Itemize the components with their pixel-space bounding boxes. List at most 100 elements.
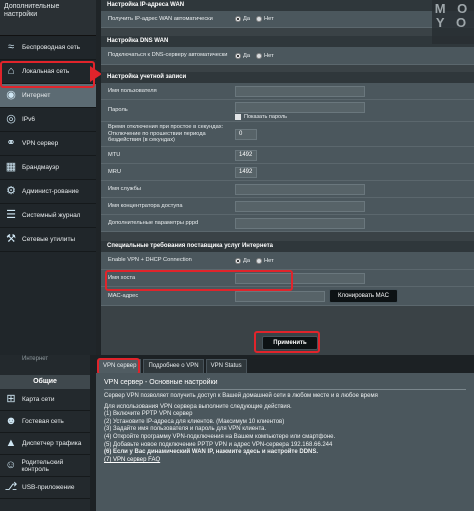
mac-input[interactable] [235, 290, 325, 302]
mru-input[interactable]: 1492 [235, 166, 257, 178]
password-input[interactable] [235, 101, 365, 113]
vpn-server-screen: Интернет Общие ⊞ Карта сети ☻ Гостевая с… [0, 355, 474, 511]
highlight-vpn-dhcp [105, 270, 293, 291]
vpn-dhcp-row: Enable VPN + DHCP Connection Да Нет [101, 252, 474, 270]
ddns-link[interactable]: (6) Если у Вас динамический WAN IP, нажм… [104, 449, 466, 457]
top-sidebar: Дополнительные настройки ≈ Беспроводная … [0, 0, 96, 355]
sidebar-item-usb[interactable]: ⎇ USB-приложение [0, 477, 90, 499]
concentrator-row: Имя концентратора доступа [101, 198, 474, 215]
vpn-dhcp-no-radio[interactable]: Нет [256, 257, 274, 264]
field-label: Подключаться к DNS-серверу автоматически [108, 52, 228, 59]
pppd-params-row: Дополнительные параметры pppd [101, 215, 474, 232]
vpn-faq-link[interactable]: (7) VPN сервер FAQ [104, 457, 466, 465]
sidebar-item-label: Диспетчер трафика [22, 440, 82, 447]
sidebar-header: Дополнительные настройки [0, 0, 96, 36]
field-label: Имя службы [108, 185, 141, 192]
highlight-apply [254, 331, 320, 353]
watermark: M O Y O [432, 0, 474, 44]
sidebar-item-label: Интернет [22, 92, 51, 99]
sidebar-item-label: Гостевая сеть [22, 418, 64, 425]
sidebar-item-label: USB-приложение [22, 484, 75, 491]
admin-icon: ⚙ [6, 185, 16, 197]
sidebar-item-traffic-manager[interactable]: ▲ Диспетчер трафика [0, 433, 90, 455]
pppd-params-input[interactable] [235, 217, 365, 229]
sidebar-general-heading: Общие [0, 375, 90, 389]
idle-timeout-input[interactable]: 0 [235, 128, 257, 140]
sidebar-item-label: VPN сервер [22, 140, 59, 147]
sidebar-item-label: IPv6 [22, 116, 36, 123]
sidebar-item-network-map[interactable]: ⊞ Карта сети [0, 389, 90, 411]
tools-icon: ⚒ [6, 233, 16, 245]
sidebar-item-label: Беспроводная сеть [22, 44, 81, 51]
internet-settings-panel: Настройка IP-адреса WAN Получить IP-адре… [101, 0, 474, 355]
traffic-manager-icon: ▲ [5, 437, 17, 449]
tab-vpn-details[interactable]: Подробнее о VPN [143, 359, 204, 373]
log-icon: ☰ [6, 209, 16, 221]
service-name-input[interactable] [235, 183, 365, 195]
bottom-sidebar: Интернет Общие ⊞ Карта сети ☻ Гостевая с… [0, 355, 90, 511]
sidebar-item-guest-network[interactable]: ☻ Гостевая сеть [0, 411, 90, 433]
panel-title: VPN сервер - Основные настройки [104, 379, 218, 386]
auto-wan-ip-yes-radio[interactable]: Да [235, 16, 250, 22]
auto-wan-ip-row: Получить IP-адрес WAN автоматически Да Н… [101, 11, 474, 28]
sidebar-item-label: Сетевые утилиты [22, 236, 76, 243]
auto-dns-row: Подключаться к DNS-серверу автоматически… [101, 47, 474, 65]
mru-row: MRU 1492 [101, 164, 474, 181]
sidebar-item-wireless[interactable]: ≈ Беспроводная сеть [0, 36, 96, 60]
sidebar-item-label: Системный журнал [22, 212, 81, 219]
mtu-input[interactable]: 1492 [235, 149, 257, 161]
show-password-checkbox[interactable] [235, 113, 241, 120]
service-name-row: Имя службы [101, 181, 474, 198]
sidebar-item-ipv6[interactable]: ◎ IPv6 [0, 108, 96, 132]
sidebar-item-admin[interactable]: ⚙ Админист-рование [0, 180, 96, 204]
internet-settings-screen: Дополнительные настройки ≈ Беспроводная … [0, 0, 474, 355]
parental-control-icon: ☺ [5, 459, 17, 471]
field-label: MRU [108, 168, 121, 175]
firewall-icon: ▦ [5, 161, 17, 173]
sidebar-item-label: Брандмауэр [22, 164, 59, 171]
tab-vpn-status[interactable]: VPN Status [205, 359, 247, 373]
field-label: Имя пользователя [108, 87, 157, 94]
sidebar-item-syslog[interactable]: ☰ Системный журнал [0, 204, 96, 228]
sidebar-item-firewall[interactable]: ▦ Брандмауэр [0, 156, 96, 180]
usb-icon: ⎇ [4, 481, 18, 493]
instruction-line: Для использования VPN сервера выполните … [104, 403, 292, 410]
instruction-line: (1) Включите PPTP VPN сервер [104, 411, 193, 418]
sidebar-item-label: Родительский контроль [21, 458, 64, 473]
field-label: Пароль [108, 107, 128, 114]
field-label: Получить IP-адрес WAN автоматически [108, 15, 213, 22]
password-row: Пароль Показать пароль [101, 100, 474, 122]
field-label: Имя концентратора доступа [108, 202, 183, 209]
section-title: Настройка IP-адреса WAN [101, 0, 474, 11]
vpn-server-panel: VPN сервер Подробнее о VPN VPN Status VP… [96, 355, 474, 511]
vpn-dhcp-yes-radio[interactable]: Да [235, 257, 250, 264]
tab-bar: VPN сервер Подробнее о VPN VPN Status [96, 355, 474, 373]
sidebar-item-vpn[interactable]: ⚭ VPN сервер [0, 132, 96, 156]
concentrator-input[interactable] [235, 200, 365, 212]
instruction-line: (3) Задайте имя пользователя и пароль дл… [104, 426, 267, 433]
mtu-row: MTU 1492 [101, 147, 474, 164]
auto-dns-yes-radio[interactable]: Да [235, 52, 250, 59]
divider [104, 389, 466, 390]
field-label: Дополнительные параметры pppd [108, 219, 199, 226]
field-label: MTU [108, 151, 121, 158]
wifi-icon: ≈ [7, 41, 15, 53]
username-row: Имя пользователя [101, 83, 474, 100]
vpn-basic-settings: VPN сервер - Основные настройки Сервер V… [96, 373, 474, 511]
section-title: Настройка DNS WAN [101, 36, 474, 47]
sidebar-item-parental-control[interactable]: ☺ Родительский контроль [0, 455, 90, 477]
ipv6-icon: ◎ [6, 113, 16, 125]
field-label: Enable VPN + DHCP Connection [108, 257, 192, 264]
account-section: Настройка учетной записи Имя пользовател… [101, 72, 474, 232]
dns-section: Настройка DNS WAN Подключаться к DNS-сер… [101, 36, 474, 65]
highlight-internet [0, 61, 95, 88]
auto-dns-no-radio[interactable]: Нет [256, 52, 274, 59]
vpn-icon: ⚭ [6, 137, 16, 149]
instruction-line: (4) Откройте программу VPN-подключения н… [104, 433, 336, 440]
sidebar-item-tools[interactable]: ⚒ Сетевые утилиты [0, 228, 96, 252]
auto-wan-ip-no-radio[interactable]: Нет [256, 16, 274, 22]
username-input[interactable] [235, 85, 365, 97]
guest-network-icon: ☻ [5, 415, 17, 427]
clone-mac-button[interactable]: Клонировать MAC [329, 289, 398, 303]
instruction-line: Сервер VPN позволяет получить доступ к В… [104, 393, 378, 399]
